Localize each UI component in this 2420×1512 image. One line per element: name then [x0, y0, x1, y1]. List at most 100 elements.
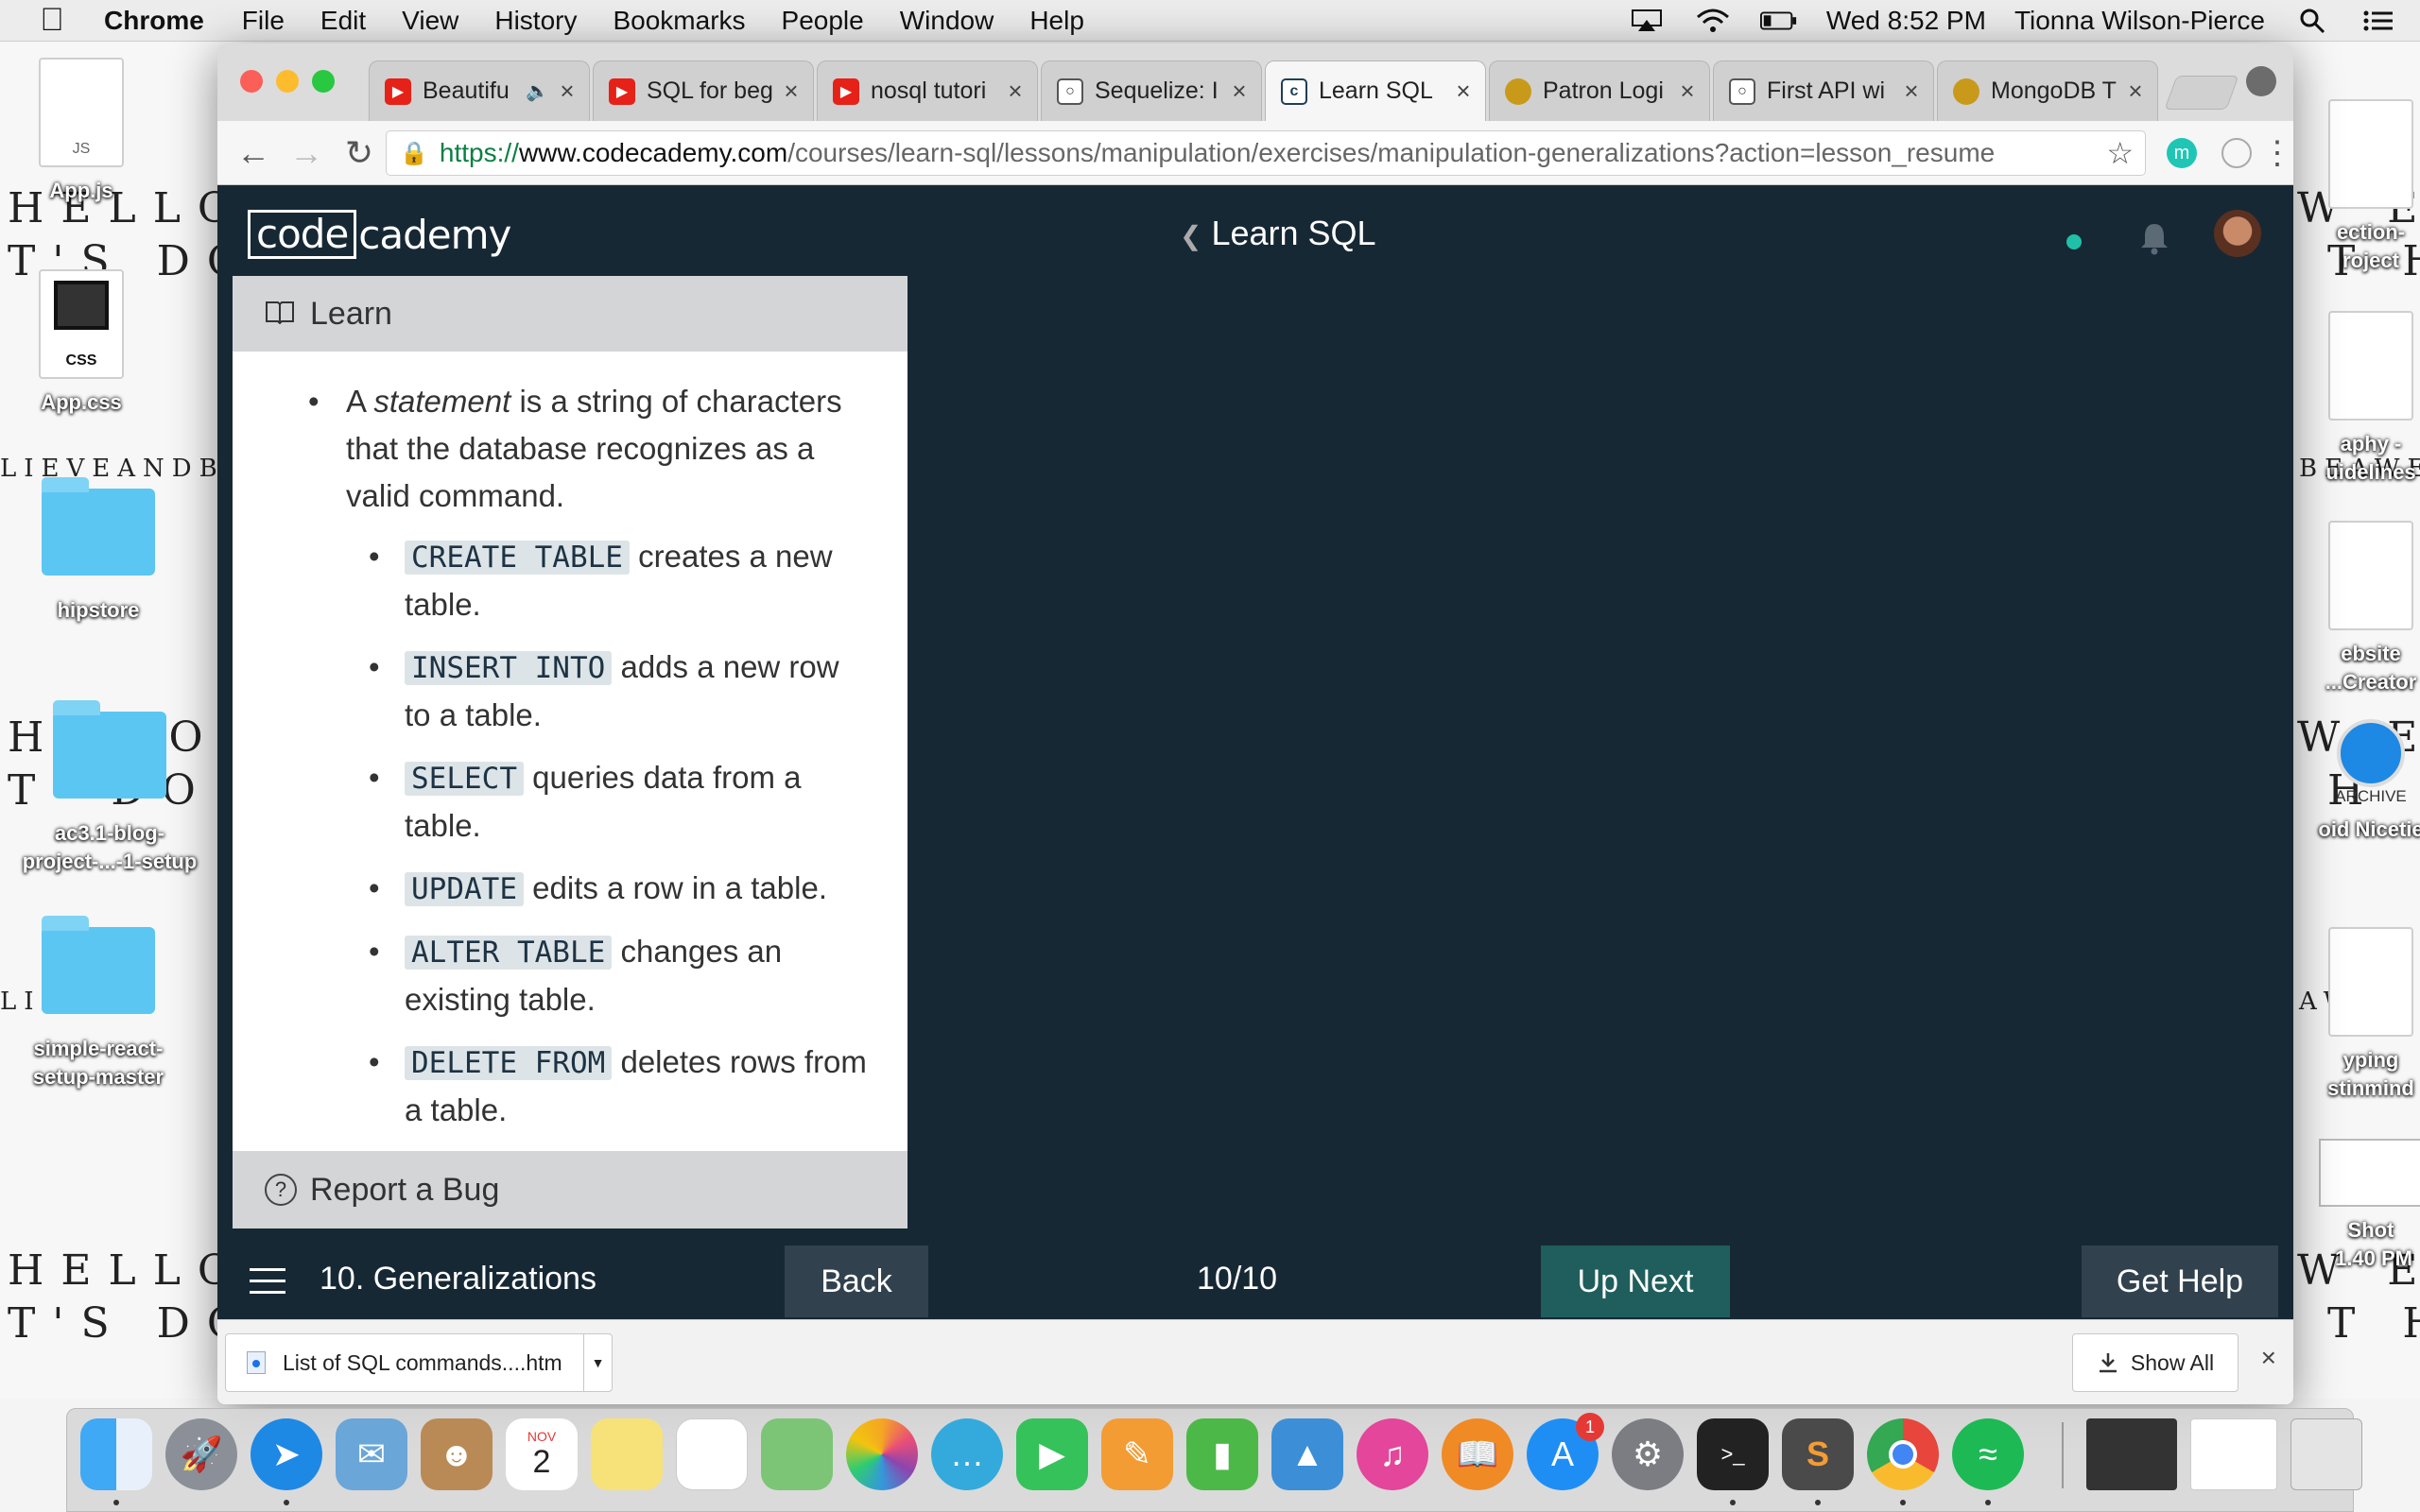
desktop-file-app-css[interactable]: CSS App.css — [0, 269, 176, 417]
new-tab-button[interactable] — [2164, 76, 2239, 110]
address-bar[interactable]: 🔒 https://www.codecademy.com/courses/lea… — [386, 130, 2146, 176]
menu-view[interactable]: View — [402, 6, 458, 36]
tab-close-icon[interactable]: × — [1675, 77, 1700, 106]
back-button[interactable]: Back — [785, 1246, 928, 1317]
launchpad-icon[interactable]: 🚀 — [165, 1418, 237, 1490]
pages-icon[interactable]: ✎ — [1101, 1418, 1173, 1490]
itunes-icon[interactable]: ♫ — [1357, 1418, 1428, 1490]
user-avatar[interactable] — [2214, 210, 2261, 257]
tab-sequelize[interactable]: ○ Sequelize: I × — [1041, 60, 1262, 121]
desktop-folder-blog-project[interactable]: ac3.1-blog- project-...-1-setup — [15, 700, 204, 876]
maps-icon[interactable] — [761, 1418, 833, 1490]
minimize-window-button[interactable] — [276, 70, 299, 93]
chevron-down-icon[interactable]: ▼ — [583, 1334, 612, 1391]
desktop-file-right[interactable]: yping stinmind — [2276, 927, 2420, 1103]
tab-patron-login[interactable]: Patron Logi × — [1489, 60, 1710, 121]
chrome-icon[interactable] — [1867, 1418, 1939, 1490]
tab-close-icon[interactable]: × — [1227, 77, 1252, 106]
menu-window[interactable]: Window — [900, 6, 994, 36]
download-item[interactable]: List of SQL commands....htm ▼ — [225, 1333, 613, 1392]
desktop-screenshot-right[interactable]: Shot 1.40 PM — [2276, 1139, 2420, 1273]
tab-first-api[interactable]: ○ First API wi × — [1713, 60, 1934, 121]
reminders-icon[interactable] — [676, 1418, 748, 1490]
sublime-text-icon[interactable]: S — [1782, 1418, 1854, 1490]
tab-sql-for-beginners[interactable]: ▶ SQL for beg × — [593, 60, 814, 121]
close-icon[interactable]: × — [2261, 1343, 2276, 1373]
tab-learn-sql[interactable]: c Learn SQL × — [1265, 60, 1486, 121]
spotify-icon[interactable]: ≈ — [1952, 1418, 2024, 1490]
tab-close-icon[interactable]: × — [2123, 77, 2148, 106]
learn-panel-header[interactable]: Learn — [233, 276, 908, 352]
tab-close-icon[interactable]: × — [779, 77, 804, 106]
extension-m-icon[interactable]: m — [2167, 138, 2197, 168]
menu-user-name[interactable]: Tionna Wilson-Pierce — [2014, 6, 2265, 36]
desktop-file-right[interactable]: ebsite ...Creator — [2276, 521, 2420, 696]
audio-playing-icon[interactable]: 🔈 — [526, 79, 549, 103]
mail-icon[interactable]: ✉ — [336, 1418, 407, 1490]
facetime-icon[interactable]: ▶ — [1016, 1418, 1088, 1490]
bookmark-star-icon[interactable]: ☆ — [2106, 135, 2134, 171]
apple-menu-icon[interactable]:  — [0, 2, 104, 39]
menu-help[interactable]: Help — [1029, 6, 1084, 36]
tab-close-icon[interactable]: × — [555, 77, 579, 106]
app-store-icon[interactable]: A 1 — [1527, 1413, 1604, 1490]
notification-bell-icon[interactable] — [2138, 221, 2170, 260]
zoom-window-button[interactable] — [312, 70, 335, 93]
tab-mongodb[interactable]: MongoDB T × — [1937, 60, 2158, 121]
close-window-button[interactable] — [240, 70, 263, 93]
messages-icon[interactable]: … — [931, 1418, 1003, 1490]
desktop-archive-right[interactable]: ARCHIVE oid Nicetie — [2276, 719, 2420, 844]
airplay-icon[interactable] — [1628, 8, 1666, 34]
up-next-button[interactable]: Up Next — [1541, 1246, 1730, 1317]
back-arrow-icon[interactable]: ← — [227, 127, 280, 180]
desktop-folder-simple-react[interactable]: simple-react- setup-master — [4, 916, 193, 1091]
desktop-file-right[interactable]: ection- roject — [2276, 99, 2420, 275]
chrome-menu-icon[interactable]: ⋮ — [2261, 134, 2293, 172]
tab-close-icon[interactable]: × — [1451, 77, 1476, 106]
contacts-icon[interactable]: ☻ — [421, 1418, 493, 1490]
tab-close-icon[interactable]: × — [1899, 77, 1924, 106]
tab-beautiful[interactable]: ▶ Beautifu 🔈 × — [369, 60, 590, 121]
minimized-window-thumbnail[interactable] — [2086, 1418, 2177, 1490]
extension-circle-icon[interactable] — [2221, 138, 2252, 168]
finder-icon[interactable] — [80, 1418, 152, 1490]
hamburger-menu-icon[interactable] — [250, 1268, 285, 1295]
menu-file[interactable]: File — [242, 6, 285, 36]
terminal-icon[interactable]: >_ — [1697, 1418, 1769, 1490]
codecademy-logo[interactable]: code cademy — [248, 210, 511, 259]
forward-arrow-icon[interactable]: → — [280, 127, 333, 180]
menu-app-name[interactable]: Chrome — [104, 6, 204, 36]
calendar-icon[interactable]: NOV 2 — [506, 1418, 578, 1490]
spotlight-search-icon[interactable] — [2293, 8, 2331, 34]
report-bug-link[interactable]: ? Report a Bug — [233, 1151, 908, 1228]
menu-edit[interactable]: Edit — [320, 6, 366, 36]
keynote-icon[interactable]: ▲ — [1271, 1418, 1343, 1490]
notes-icon[interactable] — [591, 1418, 663, 1490]
numbers-icon[interactable]: ▮ — [1186, 1418, 1258, 1490]
system-preferences-icon[interactable]: ⚙ — [1612, 1418, 1684, 1490]
desktop-file-app-js[interactable]: JS App.js — [0, 58, 176, 205]
tab-nosql-tutorial[interactable]: ▶ nosql tutori × — [817, 60, 1038, 121]
battery-icon[interactable] — [1759, 8, 1798, 34]
menu-history[interactable]: History — [494, 6, 577, 36]
tab-close-icon[interactable]: × — [1003, 77, 1028, 106]
reload-icon[interactable]: ↻ — [333, 127, 386, 180]
desktop-file-right[interactable]: aphy - uidelines — [2276, 311, 2420, 487]
ibooks-icon[interactable]: 📖 — [1442, 1418, 1513, 1490]
lesson-name[interactable]: 10. Generalizations — [320, 1261, 596, 1297]
show-all-downloads-button[interactable]: Show All — [2072, 1333, 2238, 1392]
downloads-stack-icon[interactable] — [2190, 1418, 2277, 1490]
menu-people[interactable]: People — [782, 6, 864, 36]
course-title-link[interactable]: ❮ Learn SQL — [1180, 214, 1376, 253]
menu-bookmarks[interactable]: Bookmarks — [613, 6, 745, 36]
desktop-folder-hipstore[interactable]: hipstore — [4, 477, 193, 625]
menu-clock[interactable]: Wed 8:52 PM — [1826, 6, 1986, 36]
archive-badge: ARCHIVE — [2335, 787, 2407, 805]
safari-icon[interactable]: ➤ — [251, 1418, 322, 1490]
notification-center-icon[interactable] — [2360, 8, 2397, 34]
photos-icon[interactable] — [846, 1418, 918, 1490]
profile-icon[interactable] — [2246, 66, 2276, 96]
trash-icon[interactable] — [2290, 1418, 2362, 1490]
wifi-icon[interactable] — [1694, 8, 1732, 34]
get-help-button[interactable]: Get Help — [2082, 1246, 2278, 1317]
